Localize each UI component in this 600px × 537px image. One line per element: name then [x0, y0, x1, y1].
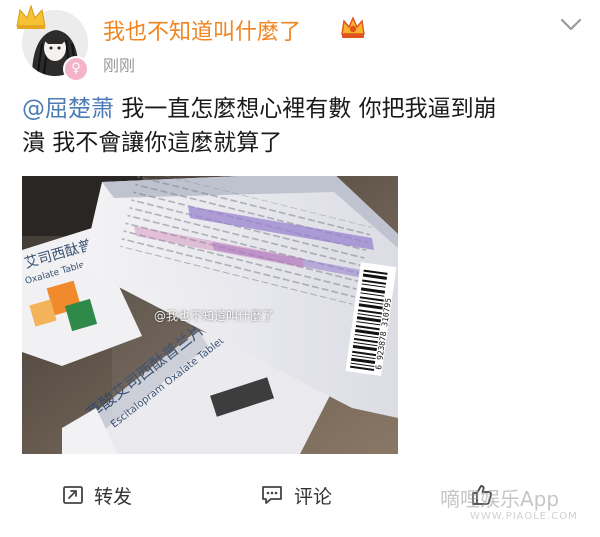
comment-button[interactable]: 评论	[260, 475, 332, 515]
username[interactable]: 我也不知道叫什麼了	[103, 14, 301, 46]
mention-link[interactable]: @屈楚萧	[22, 96, 114, 122]
comment-icon	[262, 486, 282, 504]
comment-label: 评论	[294, 485, 333, 508]
image-watermark: @我也不知道叫什麼了	[154, 309, 275, 323]
post-text: @屈楚萧 我一直怎麼想心裡有數 你把我逼到崩 潰 我不會讓你這麼就算了	[22, 92, 582, 160]
post-text-line-2: 潰 我不會讓你這麼就算了	[22, 126, 582, 160]
post-text-line-1: @屈楚萧 我一直怎麼想心裡有數 你把我逼到崩	[22, 92, 582, 126]
site-watermark-url: WWW.PIAOLE.COM	[470, 511, 578, 522]
post-text-body: 潰 我不會讓你這麼就算了	[22, 130, 283, 156]
repost-icon	[63, 486, 83, 504]
post-header: ♀ 我也不知道叫什麼了 刚刚	[0, 0, 600, 86]
verified-badge-icon: ♀	[63, 56, 89, 82]
post-text-body: 我一直怎麼想心裡有數 你把我逼到崩	[114, 96, 497, 122]
site-watermark: 嘀哩娱乐App	[440, 487, 560, 511]
repost-button[interactable]: 转发	[62, 475, 132, 515]
vip-crown-icon[interactable]	[340, 16, 366, 40]
post-timestamp: 刚刚	[103, 56, 136, 75]
crown-icon	[16, 4, 46, 29]
chevron-down-icon[interactable]	[560, 18, 582, 32]
repost-label: 转发	[94, 485, 133, 508]
